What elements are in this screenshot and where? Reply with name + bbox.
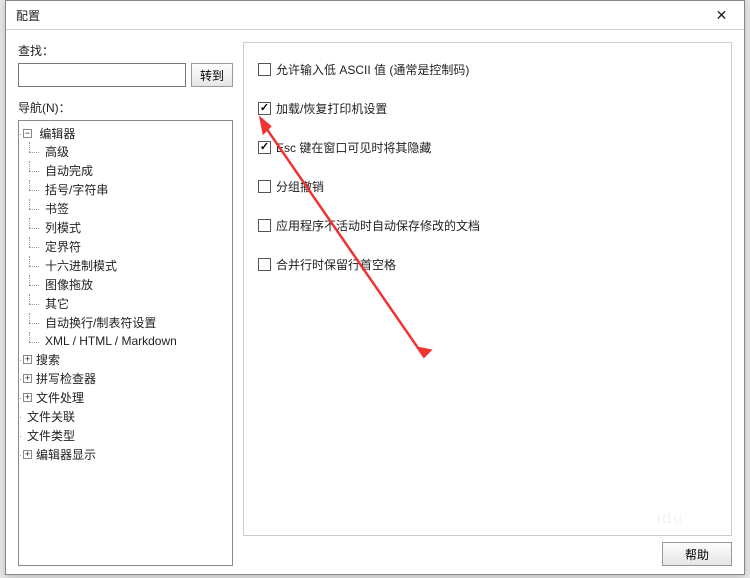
checkbox[interactable]: [258, 180, 271, 193]
tree-leaf[interactable]: XML / HTML / Markdown: [45, 334, 177, 348]
tree-node-editor[interactable]: 编辑器: [39, 127, 75, 141]
option-label: 允许输入低 ASCII 值 (通常是控制码): [276, 61, 469, 78]
options-panel: 允许输入低 ASCII 值 (通常是控制码) 加载/恢复打印机设置 Esc 键在…: [243, 42, 732, 536]
expand-icon[interactable]: +: [23, 450, 32, 459]
tree-node[interactable]: 文件处理: [36, 391, 84, 405]
checkbox[interactable]: [258, 102, 271, 115]
option-label: 分组撤销: [276, 178, 324, 195]
option-label: 合并行时保留行首空格: [276, 256, 396, 273]
tree-node[interactable]: 文件关联: [27, 410, 75, 424]
tree-leaf[interactable]: 书签: [45, 202, 69, 216]
tree-leaf[interactable]: 自动换行/制表符设置: [45, 316, 156, 330]
nav-label: 导航(N)：: [18, 99, 233, 116]
tree-leaf[interactable]: 自动完成: [45, 164, 93, 178]
option-label: 加载/恢复打印机设置: [276, 100, 387, 117]
tree-leaf[interactable]: 其它: [45, 297, 69, 311]
titlebar: 配置 ✕: [6, 1, 744, 30]
window-title: 配置: [16, 7, 699, 24]
tree-node[interactable]: 搜索: [36, 353, 60, 367]
close-button[interactable]: ✕: [699, 1, 744, 29]
checkbox[interactable]: [258, 219, 271, 232]
expand-icon[interactable]: +: [23, 355, 32, 364]
tree-leaf[interactable]: 列模式: [45, 221, 81, 235]
tree-leaf[interactable]: 十六进制模式: [45, 259, 117, 273]
tree-node[interactable]: 编辑器显示: [36, 448, 96, 462]
close-icon: ✕: [716, 7, 728, 24]
tree-leaf[interactable]: 图像拖放: [45, 278, 93, 292]
checkbox[interactable]: [258, 258, 271, 271]
tree-node[interactable]: 文件类型: [27, 429, 75, 443]
option-label: Esc 键在窗口可见时将其隐藏: [276, 139, 431, 156]
expand-icon[interactable]: +: [23, 393, 32, 402]
tree-leaf[interactable]: 定界符: [45, 240, 81, 254]
help-button[interactable]: 帮助: [662, 542, 732, 566]
option-label: 应用程序不活动时自动保存修改的文档: [276, 217, 480, 234]
find-input[interactable]: [18, 63, 186, 87]
expand-icon[interactable]: +: [23, 374, 32, 383]
tree-node[interactable]: 拼写检查器: [36, 372, 96, 386]
tree-leaf[interactable]: 括号/字符串: [45, 183, 108, 197]
checkbox[interactable]: [258, 141, 271, 154]
expand-icon[interactable]: −: [23, 129, 32, 138]
checkbox[interactable]: [258, 63, 271, 76]
find-label: 查找：: [18, 42, 233, 59]
nav-tree[interactable]: − 编辑器 高级 自动完成 括号/字符串 书签 列模式 定界符 十六进制模式 图…: [18, 120, 233, 566]
config-dialog: 配置 ✕ 查找： 转到 导航(N)： − 编辑器 高级: [5, 0, 745, 575]
tree-leaf[interactable]: 高级: [45, 145, 69, 159]
go-button[interactable]: 转到: [191, 63, 233, 87]
